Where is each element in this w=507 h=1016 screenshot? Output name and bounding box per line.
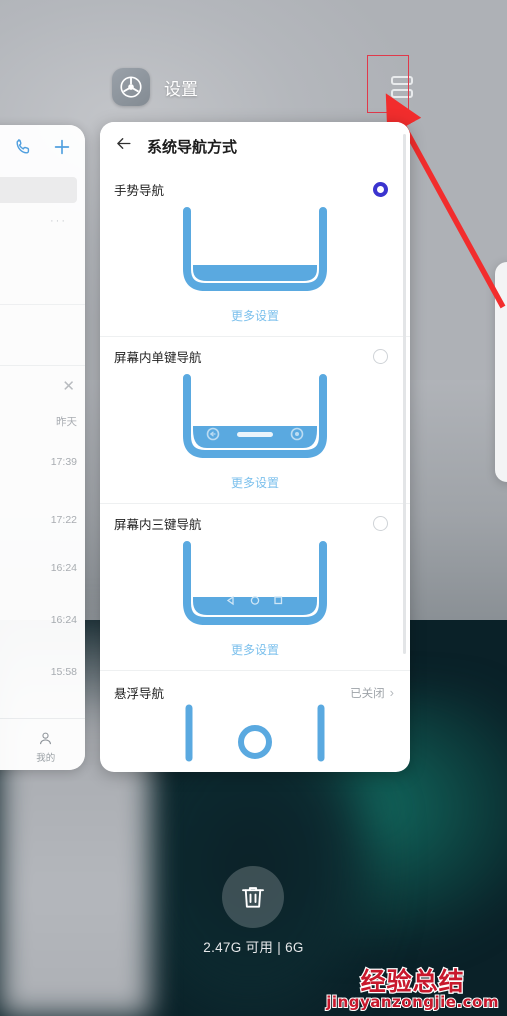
nav-option-floating[interactable]: 悬浮导航 已关闭 ›	[100, 671, 410, 762]
page-title: 系统导航方式	[147, 138, 238, 156]
clear-all-button[interactable]	[222, 866, 284, 928]
list-item-time: 昨天	[56, 416, 77, 428]
more-settings-link-gesture[interactable]: 更多设置	[100, 299, 410, 336]
list-item[interactable]: 头… 昨天	[0, 410, 85, 452]
list-item[interactable]: 17:39	[0, 452, 85, 510]
list-item[interactable]: @… 15:58	[0, 662, 85, 708]
list-item-time: 16:24	[50, 562, 77, 574]
option-label: 屏幕内单键导航	[114, 351, 202, 365]
list-item-time: 17:39	[50, 456, 77, 468]
list-item[interactable]: 16:24	[0, 558, 85, 610]
watermark: 经验总结 jingyanzongjie.com	[325, 967, 499, 1011]
list-item[interactable]: 16:24	[0, 610, 85, 662]
split-screen-bar-top	[391, 76, 413, 85]
list-item-time: 16:24	[50, 614, 77, 626]
left-card-overflow[interactable]: ···	[0, 203, 85, 227]
nav-option-three-key[interactable]: 屏幕内三键导航 更多设置	[100, 504, 410, 671]
trash-icon	[242, 887, 264, 908]
person-icon	[40, 732, 52, 744]
left-card-list: 头… 昨天 17:39 17:22 16:24 16:24 @… 15:58	[0, 410, 85, 708]
option-label: 手势导航	[114, 184, 165, 198]
nav-option-gesture[interactable]: 手势导航 更多设置	[100, 170, 410, 337]
option-header: 手势导航	[100, 170, 410, 199]
options-scroll-area[interactable]: 手势导航 更多设置 屏幕内单键导航 更多设置 屏幕内三键导航 更多设置 悬浮导航…	[100, 170, 410, 772]
option-label: 屏幕内三键导航	[114, 518, 202, 532]
option-header: 屏幕内单键导航	[100, 337, 410, 366]
left-card-toolbar	[0, 125, 85, 173]
gesture-bar-illustration	[100, 199, 410, 299]
settings-gear-icon	[112, 68, 150, 106]
status-text: 已关闭	[350, 687, 385, 700]
split-screen-bar-bottom	[391, 89, 413, 98]
app-card-header: 设置	[112, 62, 413, 112]
floating-option-state: 已关闭 ›	[350, 685, 394, 701]
list-item-time: 15:58	[50, 666, 77, 678]
nav-item-profile[interactable]: 我的	[36, 730, 55, 764]
radio-button-three-key[interactable]	[373, 516, 388, 531]
card-scrollbar[interactable]	[403, 134, 406, 654]
recent-app-card-right[interactable]	[495, 262, 507, 482]
left-card-content-block	[0, 227, 85, 305]
list-item-time: 17:22	[50, 514, 77, 526]
list-item[interactable]: 17:22	[0, 510, 85, 558]
split-screen-icon[interactable]	[379, 64, 425, 110]
three-key-nav-illustration	[100, 533, 410, 633]
floating-nav-illustration	[100, 702, 410, 762]
nav-option-single-key[interactable]: 屏幕内单键导航 更多设置	[100, 337, 410, 504]
radio-button-single-key[interactable]	[373, 349, 388, 364]
back-arrow-icon[interactable]	[114, 134, 133, 158]
left-card-banner[interactable]: 用钉钉 ✕	[0, 365, 85, 405]
more-settings-link-three-key[interactable]: 更多设置	[100, 633, 410, 670]
left-card-search-field[interactable]	[0, 177, 77, 203]
left-card-bottom-nav: 录 我的	[0, 718, 85, 770]
chevron-right-icon[interactable]: ›	[390, 685, 394, 700]
plus-icon[interactable]	[51, 136, 73, 163]
close-icon[interactable]: ✕	[62, 377, 75, 395]
single-key-nav-illustration	[100, 366, 410, 466]
recent-app-card-left[interactable]: ··· 用钉钉 ✕ 头… 昨天 17:39 17:22 16:24 16:24 …	[0, 125, 85, 770]
floating-option-header[interactable]: 悬浮导航 已关闭 ›	[100, 671, 410, 702]
watermark-en: jingyanzongjie.com	[325, 993, 499, 1011]
app-title: 设置	[164, 79, 198, 99]
watermark-cn: 经验总结	[359, 967, 465, 996]
more-settings-link-single-key[interactable]: 更多设置	[100, 466, 410, 503]
radio-button-gesture[interactable]	[373, 182, 388, 197]
option-label: 悬浮导航	[114, 687, 165, 701]
card-header: 系统导航方式	[100, 122, 410, 170]
nav-item-label: 我的	[36, 752, 56, 764]
settings-app-card[interactable]: 系统导航方式 手势导航 更多设置 屏幕内单键导航 更多设置 屏幕内三键导航 更多…	[100, 122, 410, 772]
phone-call-icon[interactable]	[13, 137, 33, 162]
option-header: 屏幕内三键导航	[100, 504, 410, 533]
memory-status-text: 2.47G 可用 | 6G	[203, 940, 304, 955]
